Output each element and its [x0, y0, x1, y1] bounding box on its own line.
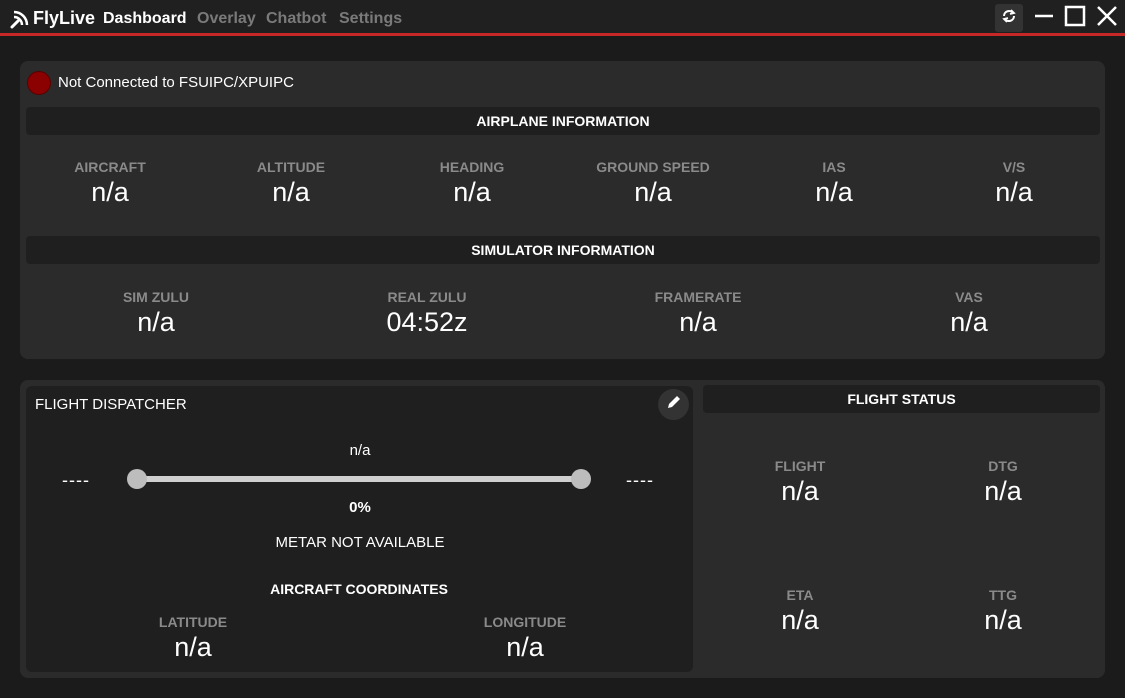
minimize-icon [1033, 5, 1055, 32]
minimize-button[interactable] [1029, 4, 1059, 32]
maximize-icon [1064, 5, 1086, 32]
metric-ground-speed: GROUND SPEED n/a [596, 159, 710, 207]
metar-status: METAR NOT AVAILABLE [275, 534, 445, 551]
nav-chatbot[interactable]: Chatbot [266, 10, 326, 28]
aircraft-coordinates-header: AIRCRAFT COORDINATES [32, 575, 686, 603]
edit-dispatcher-button[interactable] [658, 389, 689, 420]
progress-end-handle[interactable] [571, 469, 591, 489]
app-name: FlyLive [33, 8, 96, 28]
refresh-button[interactable] [995, 4, 1023, 32]
nav-settings[interactable]: Settings [339, 10, 402, 28]
metric-dtg: DTG n/a [984, 458, 1022, 506]
metric-sim-zulu: SIM ZULU n/a [122, 289, 190, 337]
flight-status-header: FLIGHT STATUS [703, 385, 1100, 413]
flylive-logo-icon [9, 8, 31, 30]
close-icon [1096, 5, 1118, 32]
airplane-information-header: AIRPLANE INFORMATION [26, 107, 1100, 135]
metric-heading: HEADING n/a [439, 159, 505, 207]
title-bar: FlyLive Dashboard Overlay Chatbot Settin… [0, 0, 1125, 36]
metric-vertical-speed: V/S n/a [995, 159, 1033, 207]
route-label: n/a [349, 442, 371, 459]
connection-status-text: Not Connected to FSUIPC/XPUIPC [58, 74, 294, 91]
metric-vas: VAS n/a [950, 289, 988, 337]
nav-overlay[interactable]: Overlay [197, 10, 256, 28]
progress-percent: 0% [349, 499, 371, 516]
connection-status-indicator [27, 71, 51, 95]
metric-framerate: FRAMERATE n/a [654, 289, 742, 337]
metric-aircraft: AIRCRAFT n/a [74, 159, 146, 207]
progress-start-handle[interactable] [127, 469, 147, 489]
maximize-button[interactable] [1060, 4, 1090, 32]
metric-eta: ETA n/a [781, 587, 819, 635]
flight-progress-track [136, 476, 582, 482]
metric-latitude: LATITUDE n/a [158, 614, 228, 662]
flight-dispatcher-title: FLIGHT DISPATCHER [35, 396, 187, 413]
nav-dashboard[interactable]: Dashboard [103, 10, 187, 28]
origin-airport: ---- [62, 470, 90, 490]
pencil-icon [666, 394, 682, 415]
metric-longitude: LONGITUDE n/a [483, 614, 567, 662]
close-button[interactable] [1092, 4, 1122, 32]
metric-ias: IAS n/a [815, 159, 853, 207]
metric-flight: FLIGHT n/a [774, 458, 826, 506]
metric-altitude: ALTITUDE n/a [256, 159, 326, 207]
metric-real-zulu: REAL ZULU 04:52z [386, 289, 468, 337]
simulator-information-header: SIMULATOR INFORMATION [26, 236, 1100, 264]
metric-ttg: TTG n/a [984, 587, 1022, 635]
destination-airport: ---- [626, 470, 654, 490]
refresh-icon [1000, 7, 1018, 30]
